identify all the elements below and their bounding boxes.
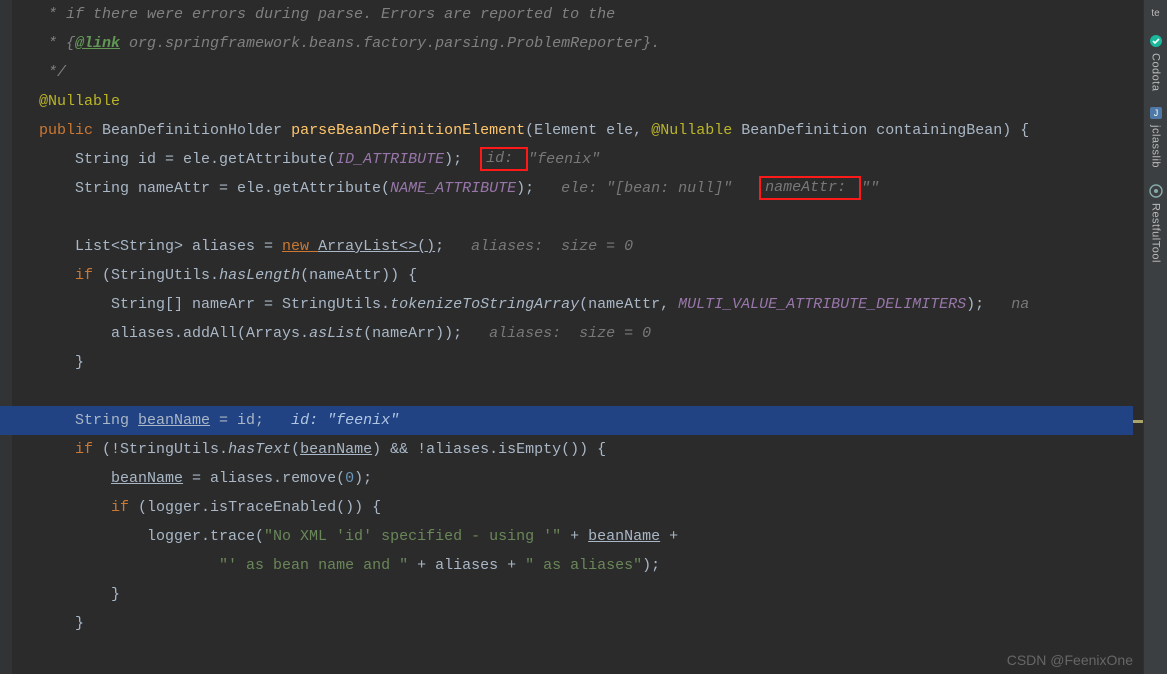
tool-sidebar: te Codota J jclasslib RestfulTool [1143,0,1167,674]
editor-window: * if there were errors during parse. Err… [0,0,1167,674]
code-line: } [12,348,1143,377]
code-line: if (!StringUtils.hasText(beanName) && !a… [12,435,1143,464]
code-line: String[] nameArr = StringUtils.tokenizeT… [12,290,1143,319]
scroll-stripe[interactable] [1133,0,1143,674]
debug-inline-box: nameAttr: [759,176,861,200]
sidebar-item-jclasslib[interactable]: J jclasslib [1144,97,1167,174]
scroll-marker[interactable] [1133,420,1143,423]
code-line [12,638,1143,667]
watermark: CSDN @FeenixOne [1007,652,1133,668]
code-line: @Nullable [12,87,1143,116]
code-line: } [12,580,1143,609]
restfultool-icon [1148,183,1164,199]
breakpoint-marker[interactable] [0,406,12,435]
code-area[interactable]: * if there were errors during parse. Err… [12,0,1143,674]
sidebar-item-label: Codota [1150,53,1162,91]
sidebar-partial-icon: te [1151,8,1159,19]
sidebar-item-restfultool[interactable]: RestfulTool [1144,175,1167,269]
code-line: * if there were errors during parse. Err… [12,0,1143,29]
sidebar-item-codota[interactable]: Codota [1144,25,1167,97]
execution-line: String beanName = id; id: "feenix" [12,406,1143,435]
code-line: * {@link org.springframework.beans.facto… [12,29,1143,58]
code-line: logger.trace("No XML 'id' specified - us… [12,522,1143,551]
sidebar-item-label: RestfulTool [1150,203,1162,263]
code-line: beanName = aliases.remove(0); [12,464,1143,493]
code-line: String nameAttr = ele.getAttribute(NAME_… [12,174,1143,203]
debug-inline-box: id: [480,147,528,171]
code-line: if (containingBean == null = true ) { [12,667,1143,674]
code-line: public BeanDefinitionHolder parseBeanDef… [12,116,1143,145]
sidebar-item-label: jclasslib [1150,125,1162,168]
codota-icon [1148,33,1164,49]
svg-text:J: J [1153,108,1158,118]
code-line: String id = ele.getAttribute(ID_ATTRIBUT… [12,145,1143,174]
code-line: aliases.addAll(Arrays.asList(nameArr)); … [12,319,1143,348]
gutter[interactable] [0,0,12,674]
code-line: "' as bean name and " + aliases + " as a… [12,551,1143,580]
sidebar-item-te[interactable]: te [1144,0,1167,25]
code-line: List<String> aliases = new ArrayList<>()… [12,232,1143,261]
code-line: if (StringUtils.hasLength(nameAttr)) { [12,261,1143,290]
code-line: if (logger.isTraceEnabled()) { [12,493,1143,522]
jclasslib-icon: J [1148,105,1164,121]
code-line: } [12,609,1143,638]
code-line: */ [12,58,1143,87]
code-line [12,377,1143,406]
code-line [12,203,1143,232]
